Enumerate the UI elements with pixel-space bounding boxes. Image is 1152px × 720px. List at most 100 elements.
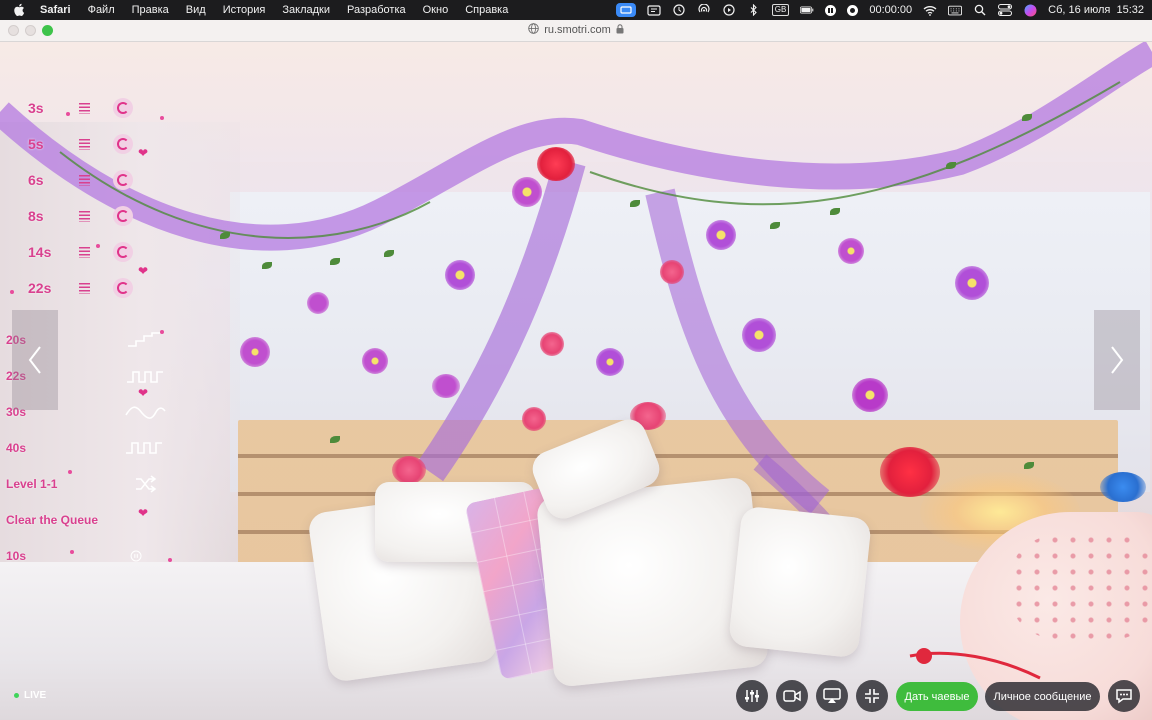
menu-safari[interactable]: Safari (40, 4, 71, 16)
sparkle-decoration (70, 550, 74, 554)
menu-view[interactable]: Вид (186, 4, 206, 16)
menu-history[interactable]: История (223, 4, 266, 16)
menu-edit[interactable]: Правка (132, 4, 169, 16)
stairs-up-icon (128, 332, 160, 347)
input-source-gb[interactable]: GB (771, 4, 790, 16)
menu-bookmarks[interactable]: Закладки (282, 4, 330, 16)
stop-recording-icon[interactable] (847, 4, 859, 16)
browser-toolbar: ru.smotri.com (0, 20, 1152, 42)
next-arrow-button[interactable] (1094, 310, 1140, 410)
heart-icon: ❤ (138, 506, 149, 520)
siri-icon[interactable] (1023, 4, 1037, 16)
flower-decoration (540, 332, 564, 356)
polka-dot-clothing (1010, 532, 1152, 642)
pause-recording-icon[interactable] (825, 4, 837, 16)
sparkle-decoration (68, 470, 72, 474)
search-icon[interactable] (973, 4, 987, 16)
globe-icon (528, 23, 539, 37)
vibration-level-icon (79, 138, 90, 150)
screen-sharing-icon[interactable] (615, 3, 636, 17)
flower-decoration (660, 260, 684, 284)
pillow (728, 505, 872, 659)
vibration-level-icon (79, 210, 90, 222)
vibration-toy-icon (113, 278, 133, 298)
tip-duration: 6s (28, 172, 44, 188)
flower-decoration (392, 456, 426, 484)
private-message-button[interactable]: Личное сообщение (985, 682, 1100, 711)
lock-icon (616, 23, 624, 37)
collapse-icon (865, 689, 879, 703)
airplay-icon (823, 688, 841, 703)
play-circle-icon[interactable] (722, 4, 736, 16)
tip-level-row[interactable]: 3s (0, 96, 170, 120)
tip-level-row[interactable]: 6s (0, 168, 170, 192)
pattern-label: Clear the Queue (6, 513, 99, 527)
video-camera-icon (783, 690, 801, 702)
menu-window[interactable]: Окно (423, 4, 449, 16)
chevron-left-icon (28, 346, 41, 374)
menu-file[interactable]: Файл (88, 4, 115, 16)
flower-decoration (706, 220, 736, 250)
exit-fullscreen-button[interactable] (856, 680, 888, 712)
square-wave-icon (126, 442, 162, 454)
control-center-icon[interactable] (998, 4, 1013, 16)
macos-menu-bar: Safari Файл Правка Вид История Закладки … (0, 0, 1152, 20)
url-text[interactable]: ru.smotri.com (544, 24, 611, 36)
tip-duration: 5s (28, 136, 44, 152)
live-label: LIVE (24, 690, 47, 701)
flower-decoration (742, 318, 776, 352)
camera-button[interactable] (776, 680, 808, 712)
flower-decoration (596, 348, 624, 376)
tip-duration: 14s (28, 244, 52, 260)
vibration-level-icon (79, 282, 90, 294)
flower-decoration (522, 407, 546, 431)
vibration-toy-icon (113, 134, 133, 154)
battery-icon[interactable] (800, 4, 814, 16)
address-bar[interactable]: ru.smotri.com (0, 23, 1152, 37)
heart-icon: ❤ (138, 264, 149, 278)
tip-level-row[interactable]: 22s (0, 276, 170, 300)
flower-decoration (838, 238, 864, 264)
flower-decoration (307, 292, 329, 314)
flower-decoration (1100, 472, 1146, 502)
display-icon[interactable] (647, 4, 661, 16)
vibration-toy-icon (113, 242, 133, 262)
tip-level-row[interactable]: 14s (0, 240, 170, 264)
tip-duration: 3s (28, 100, 44, 116)
menu-develop[interactable]: Разработка (347, 4, 406, 16)
tip-level-row[interactable]: 8s (0, 204, 170, 228)
chat-button[interactable] (1108, 680, 1140, 712)
flower-decoration (512, 177, 542, 207)
keyboard-icon[interactable] (948, 4, 963, 16)
wifi-icon[interactable] (923, 4, 937, 16)
clock-icon[interactable] (672, 4, 686, 16)
flower-decoration (852, 378, 888, 412)
send-tip-button[interactable]: Дать чаевые (896, 682, 978, 711)
pattern-row[interactable]: 10s (0, 544, 170, 568)
settings-sliders-button[interactable] (736, 680, 768, 712)
recording-timer: 00:00:00 (869, 4, 913, 16)
vibration-toy-icon (113, 206, 133, 226)
previous-arrow-button[interactable] (12, 310, 58, 410)
sparkle-decoration (10, 290, 14, 294)
airplay-button[interactable] (816, 680, 848, 712)
pattern-row[interactable]: 40s (0, 436, 170, 460)
airdrop-icon[interactable] (697, 4, 711, 16)
flower-decoration (955, 266, 989, 300)
menubar-clock[interactable]: Сб, 16 июля 15:32 (1048, 4, 1144, 16)
chat-bubble-icon (1116, 689, 1132, 704)
flower-decoration (240, 337, 270, 367)
bluetooth-icon[interactable] (747, 4, 761, 16)
tip-duration: 22s (28, 280, 52, 296)
sparkle-decoration (168, 558, 172, 562)
flower-decoration (445, 260, 475, 290)
apple-logo-icon[interactable] (12, 3, 26, 17)
video-stream[interactable]: 3s 5s 6s 8s 14s 22s 20s 22s 30s 40s Leve… (0, 42, 1152, 720)
vibration-level-icon (79, 246, 90, 258)
pattern-row[interactable]: Level 1-1 (0, 472, 170, 496)
sparkle-decoration (66, 112, 70, 116)
heart-icon: ❤ (138, 386, 149, 400)
menu-help[interactable]: Справка (465, 4, 508, 16)
pattern-label: 10s (6, 549, 27, 563)
vibration-toy-icon (113, 170, 133, 190)
